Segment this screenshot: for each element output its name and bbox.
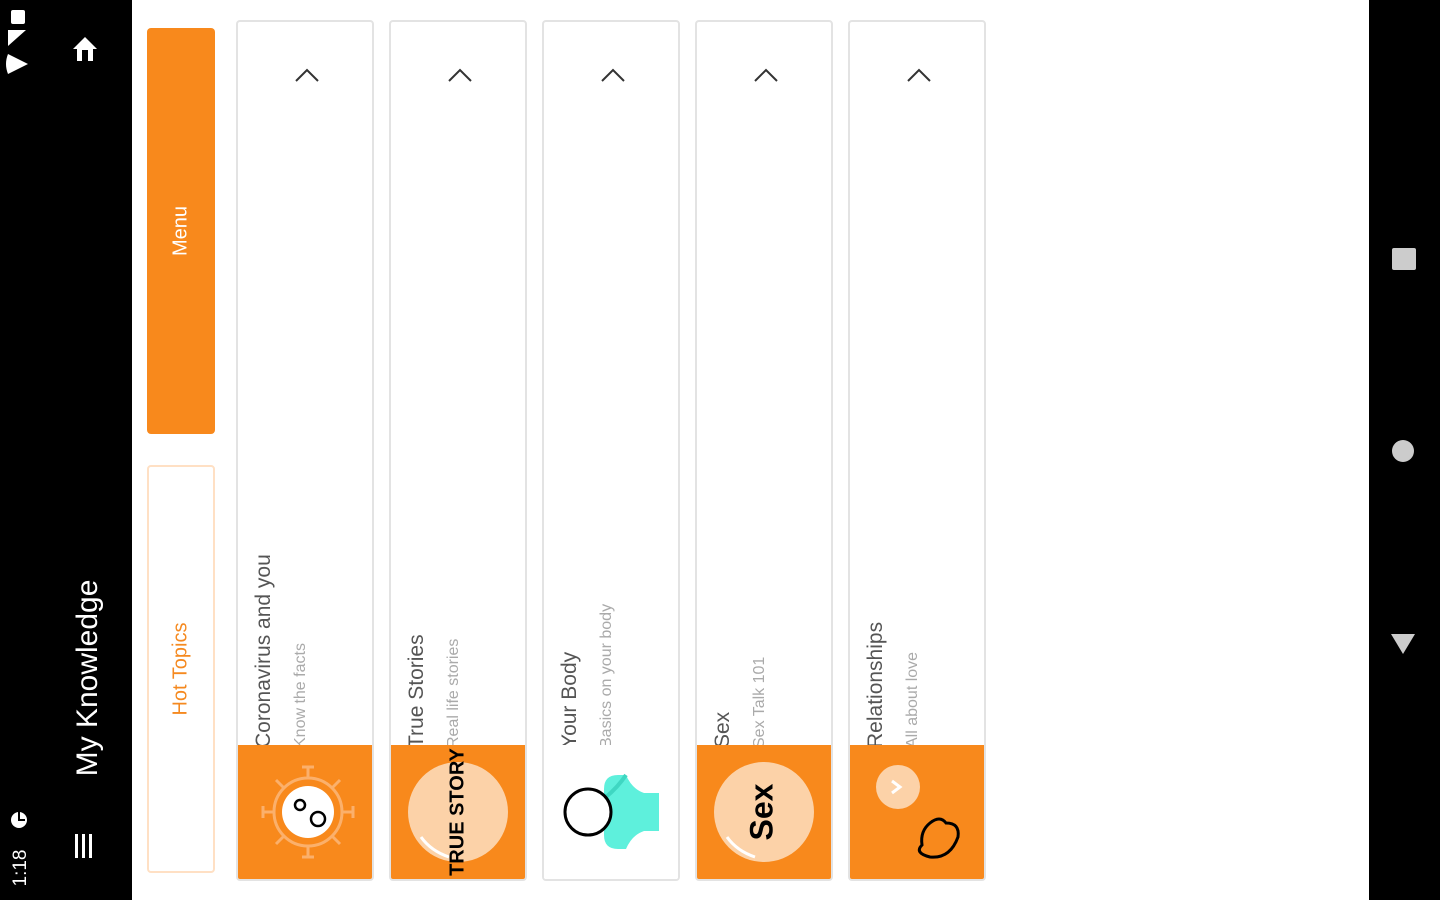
chevron-up-icon[interactable]	[752, 66, 780, 84]
card-image: Sex	[697, 745, 831, 879]
card-subtitle: All about love	[904, 651, 921, 748]
sex-badge-text: Sex	[743, 783, 779, 840]
chevron-up-icon[interactable]	[446, 66, 474, 84]
true-story-badge-text: TRUE STORY	[446, 747, 468, 875]
card-title: True Stories	[405, 634, 428, 748]
card-subtitle: Basics on your body	[598, 603, 615, 748]
home-circle-icon[interactable]	[1392, 440, 1414, 462]
card-title: Your Body	[558, 651, 581, 748]
card-image	[850, 745, 984, 879]
tab-hot-topics-label: Hot Topics	[169, 622, 192, 716]
true-story-badge: TRUE STORY	[408, 747, 508, 876]
chevron-up-icon[interactable]	[293, 66, 321, 84]
topic-card-true-stories[interactable]: True Stories Real life stories TRUE STOR…	[389, 20, 527, 881]
sex-badge: Sex	[714, 762, 814, 862]
card-text: Relationships All about love	[862, 252, 952, 748]
card-text: Your Body Basics on your body	[556, 252, 646, 748]
topic-card-coronavirus[interactable]: Coronavirus and you Know the facts	[236, 20, 374, 881]
status-time: 1:18	[10, 849, 31, 887]
card-title: Coronavirus and you	[252, 554, 275, 748]
card-title: Sex	[711, 711, 734, 748]
card-image	[544, 745, 678, 879]
menu-button-label: Menu	[169, 205, 192, 257]
topic-card-your-body[interactable]: Your Body Basics on your body	[542, 20, 680, 881]
card-subtitle: Sex Talk 101	[751, 656, 768, 748]
heart-icon	[876, 765, 960, 859]
chevron-up-icon[interactable]	[905, 66, 933, 84]
app-bar: My Knowledge	[40, 0, 132, 900]
menu-button[interactable]: Menu	[147, 28, 215, 434]
card-text: True Stories Real life stories	[403, 252, 493, 748]
card-title: Relationships	[864, 621, 887, 748]
tab-hot-topics[interactable]: Hot Topics	[147, 465, 215, 873]
card-text: Coronavirus and you Know the facts	[250, 252, 340, 748]
chevron-up-icon[interactable]	[599, 66, 627, 84]
card-subtitle: Know the facts	[292, 643, 309, 748]
wifi-icon	[6, 54, 28, 74]
battery-icon	[11, 10, 25, 24]
system-nav-bar	[1369, 0, 1440, 900]
notification-icon	[11, 812, 27, 828]
card-text: Sex Sex Talk 101	[709, 252, 799, 748]
topic-card-sex[interactable]: Sex Sex Talk 101 Sex	[695, 20, 833, 881]
device-screen: 1:18 My Knowledge Hot Topics Menu Corona…	[0, 0, 1440, 900]
home-icon[interactable]	[70, 34, 100, 64]
card-subtitle: Real life stories	[445, 638, 462, 748]
virus-icon	[261, 765, 355, 859]
app-title: My Knowledge	[71, 579, 104, 777]
topic-card-relationships[interactable]: Relationships All about love	[848, 20, 986, 881]
back-icon[interactable]	[1389, 632, 1417, 656]
recents-icon[interactable]	[1392, 248, 1416, 270]
status-bar: 1:18	[0, 0, 40, 900]
hamburger-icon[interactable]	[73, 832, 95, 860]
card-image: TRUE STORY	[391, 745, 525, 879]
signal-icon	[8, 30, 26, 46]
body-icon	[563, 773, 659, 849]
card-image	[238, 745, 372, 879]
